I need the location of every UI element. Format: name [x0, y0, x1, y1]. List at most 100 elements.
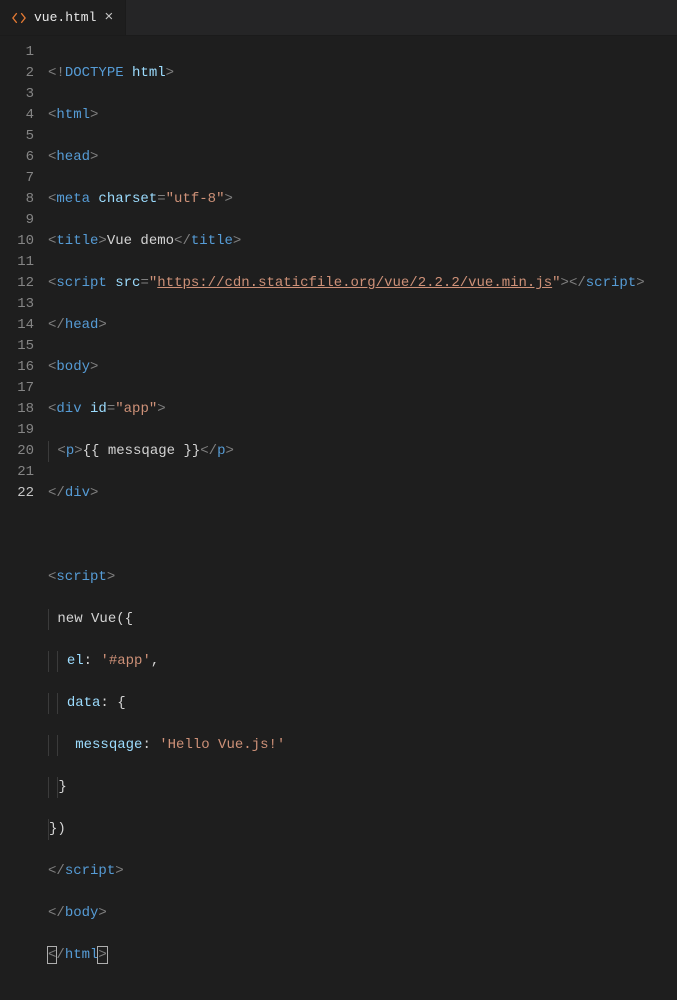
attr: src: [115, 275, 140, 291]
code-line: </script>: [48, 861, 677, 882]
tag: body: [56, 359, 90, 375]
string: utf-8: [174, 191, 216, 207]
tag: meta: [56, 191, 90, 207]
tag: div: [56, 401, 81, 417]
js: : {: [100, 695, 125, 711]
tag: head: [65, 317, 99, 333]
line-number: 6: [0, 147, 34, 168]
code-line: data: {: [48, 693, 677, 714]
line-number-gutter: 1 2 3 4 5 6 7 8 9 10 11 12 13 14 15 16 1…: [0, 42, 48, 500]
tag: html: [65, 947, 99, 963]
punct: >: [107, 569, 115, 585]
tag: div: [65, 485, 90, 501]
punct: >: [98, 947, 106, 963]
quote: ": [166, 191, 174, 207]
code-line: </body>: [48, 903, 677, 924]
punct: </: [48, 485, 65, 501]
indent-guide: [48, 777, 49, 798]
tab-vue-html[interactable]: vue.html ×: [0, 0, 126, 35]
punct: >: [166, 65, 174, 81]
punct: </: [174, 233, 191, 249]
punct: </: [48, 905, 65, 921]
tab-bar: vue.html ×: [0, 0, 677, 36]
punct: >: [636, 275, 644, 291]
indent-guide: [48, 693, 49, 714]
code-line: messqage: 'Hello Vue.js!': [48, 735, 677, 756]
quote: ": [149, 275, 157, 291]
punct: >: [98, 317, 106, 333]
punct: >: [90, 359, 98, 375]
punct: =: [157, 191, 165, 207]
indent-guide: [57, 693, 58, 714]
punct: >: [98, 233, 106, 249]
js: ,: [151, 653, 159, 669]
code-line-active: </html>: [48, 945, 677, 966]
line-number: 22: [0, 483, 34, 504]
punct: >: [90, 107, 98, 123]
space: [107, 275, 115, 291]
punct: /: [56, 947, 64, 963]
js: }: [58, 779, 66, 795]
code-line: <html>: [48, 105, 677, 126]
js: }): [49, 821, 66, 837]
tag: title: [191, 233, 233, 249]
code-line: [48, 525, 677, 546]
punct: >: [90, 149, 98, 165]
code-line: el: '#app',: [48, 651, 677, 672]
punct: </: [48, 863, 65, 879]
line-number: 1: [0, 42, 34, 63]
tag: head: [56, 149, 90, 165]
code-line: <p>{{ messqage }}</p>: [48, 441, 677, 462]
close-icon[interactable]: ×: [104, 10, 113, 25]
string: 'Hello Vue.js!': [159, 737, 285, 753]
code-line: <script>: [48, 567, 677, 588]
line-number: 12: [0, 273, 34, 294]
tag: title: [56, 233, 98, 249]
punct: >: [90, 485, 98, 501]
punct: >: [115, 863, 123, 879]
punct: </: [200, 443, 217, 459]
punct: >: [561, 275, 569, 291]
blank: [48, 527, 56, 543]
punct: </: [569, 275, 586, 291]
tag: script: [56, 275, 106, 291]
url-string: https://cdn.staticfile.org/vue/2.2.2/vue…: [157, 275, 552, 291]
code-line: <div id="app">: [48, 399, 677, 420]
tag: script: [65, 863, 115, 879]
punct: <: [57, 443, 65, 459]
punct: <!: [48, 65, 65, 81]
indent-guide: [48, 735, 49, 756]
attr: charset: [98, 191, 157, 207]
punct: =: [107, 401, 115, 417]
text: {{ messqage }}: [83, 443, 201, 459]
tab-filename: vue.html: [34, 10, 96, 25]
code-line: <body>: [48, 357, 677, 378]
code-editor[interactable]: 1 2 3 4 5 6 7 8 9 10 11 12 13 14 15 16 1…: [0, 36, 677, 500]
code-line: </div>: [48, 483, 677, 504]
indent-guide: [48, 441, 49, 462]
code-line: </head>: [48, 315, 677, 336]
punct: </: [48, 317, 65, 333]
code-line: }: [48, 777, 677, 798]
attr: id: [90, 401, 107, 417]
line-number: 2: [0, 63, 34, 84]
indent-guide: [48, 651, 49, 672]
tag: body: [65, 905, 99, 921]
quote: ": [115, 401, 123, 417]
line-number: 9: [0, 210, 34, 231]
punct: >: [157, 401, 165, 417]
code-line: <title>Vue demo</title>: [48, 231, 677, 252]
tag: script: [586, 275, 636, 291]
line-number: 4: [0, 105, 34, 126]
line-number: 18: [0, 399, 34, 420]
code-area[interactable]: <!DOCTYPE html> <html> <head> <meta char…: [48, 42, 677, 500]
line-number: 19: [0, 420, 34, 441]
line-number: 20: [0, 441, 34, 462]
line-number: 13: [0, 294, 34, 315]
punct: >: [225, 443, 233, 459]
js: new Vue({: [57, 611, 133, 627]
attr: html: [132, 65, 166, 81]
line-number: 8: [0, 189, 34, 210]
string: app: [124, 401, 149, 417]
line-number: 15: [0, 336, 34, 357]
